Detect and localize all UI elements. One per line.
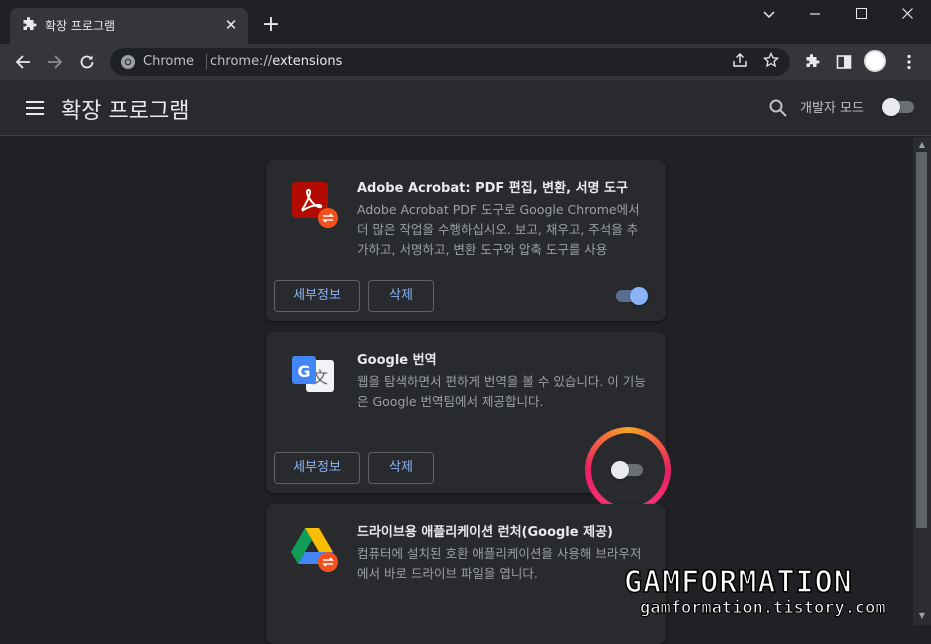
- new-tab-button[interactable]: +: [260, 14, 282, 36]
- adobe-acrobat-icon: [292, 182, 338, 228]
- side-panel-icon[interactable]: [831, 49, 857, 75]
- page-title: 확장 프로그램: [61, 99, 190, 124]
- toggle-knob: [611, 461, 629, 479]
- extension-name: Adobe Acrobat: PDF 편집, 변환, 서명 도구: [357, 181, 628, 196]
- developer-mode-toggle[interactable]: [882, 98, 916, 116]
- scroll-down-icon[interactable]: ▼: [917, 611, 927, 621]
- close-window-icon[interactable]: [884, 4, 930, 28]
- svg-text:G: G: [297, 362, 310, 381]
- extension-enable-toggle[interactable]: [616, 287, 648, 305]
- extension-description: Adobe Acrobat PDF 도구로 Google Chrome에서 더 …: [357, 202, 640, 257]
- minimize-icon[interactable]: [792, 4, 838, 28]
- omnibox-separator: [206, 54, 207, 70]
- details-button[interactable]: 세부정보: [274, 280, 360, 312]
- reload-icon[interactable]: [74, 49, 100, 75]
- url-prefix: chrome://: [210, 54, 273, 69]
- details-button[interactable]: 세부정보: [274, 452, 360, 484]
- extension-name: Google 번역: [357, 353, 437, 368]
- tab-title: 확장 프로그램: [45, 19, 116, 33]
- extension-card-adobe: Adobe Acrobat: PDF 편집, 변환, 서명 도구 Adobe A…: [266, 160, 666, 321]
- toggle-knob: [630, 287, 648, 305]
- highlight-circle-inner: [591, 433, 665, 507]
- page-scrollbar[interactable]: ▲ ▼: [913, 137, 931, 625]
- scroll-thumb[interactable]: [916, 152, 927, 528]
- profile-avatar[interactable]: [864, 50, 886, 72]
- remove-button[interactable]: 삭제: [368, 452, 434, 484]
- tab-search-icon[interactable]: [746, 4, 792, 28]
- google-translate-icon: 文 G: [292, 356, 334, 392]
- omnibox-host: Chrome: [143, 54, 194, 69]
- extension-enable-toggle[interactable]: [611, 461, 645, 479]
- highlight-circle: [585, 427, 671, 513]
- google-drive-icon: [291, 528, 338, 572]
- scroll-up-icon[interactable]: ▲: [917, 140, 927, 150]
- remove-button[interactable]: 삭제: [368, 280, 434, 312]
- extension-card-drive-launcher: 드라이브용 애플리케이션 런처(Google 제공) 컴퓨터에 설치된 호환 애…: [266, 504, 666, 644]
- extension-description: 컴퓨터에 설치된 호환 애플리케이션을 사용해 브라우저에서 바로 드라이브 파…: [357, 546, 642, 581]
- extensions-header: 확장 프로그램 개발자 모드: [0, 80, 931, 136]
- url-path: extensions: [272, 54, 343, 69]
- puzzle-icon: [23, 17, 37, 30]
- extensions-puzzle-icon[interactable]: [799, 49, 825, 75]
- forward-icon[interactable]: [42, 49, 68, 75]
- developer-mode-label: 개발자 모드: [800, 101, 864, 116]
- browser-toolbar: Chrome chrome://extensions: [0, 44, 931, 80]
- more-menu-icon[interactable]: [896, 49, 922, 75]
- back-icon[interactable]: [10, 49, 36, 75]
- share-icon[interactable]: [730, 52, 750, 72]
- extension-description: 웹을 탐색하면서 편하게 번역을 볼 수 있습니다. 이 기능은 Google …: [357, 374, 646, 409]
- hamburger-menu-icon[interactable]: [25, 99, 45, 117]
- omnibox-url: chrome://extensions: [210, 54, 342, 69]
- tab-extensions[interactable]: 확장 프로그램 ✕: [10, 8, 248, 44]
- address-bar[interactable]: Chrome chrome://extensions: [110, 48, 790, 76]
- chrome-icon: [121, 55, 135, 69]
- tab-close-icon[interactable]: ✕: [222, 16, 240, 34]
- search-icon[interactable]: [768, 98, 788, 118]
- toggle-knob: [882, 98, 900, 116]
- maximize-icon[interactable]: [838, 4, 884, 28]
- bookmark-star-icon[interactable]: [761, 51, 781, 72]
- watermark-url: gamformation.tistory.com: [640, 598, 887, 619]
- watermark-title: GAMFORMATION: [623, 564, 853, 601]
- extension-name: 드라이브용 애플리케이션 런처(Google 제공): [357, 525, 613, 540]
- title-bar: 확장 프로그램 ✕ +: [0, 0, 931, 44]
